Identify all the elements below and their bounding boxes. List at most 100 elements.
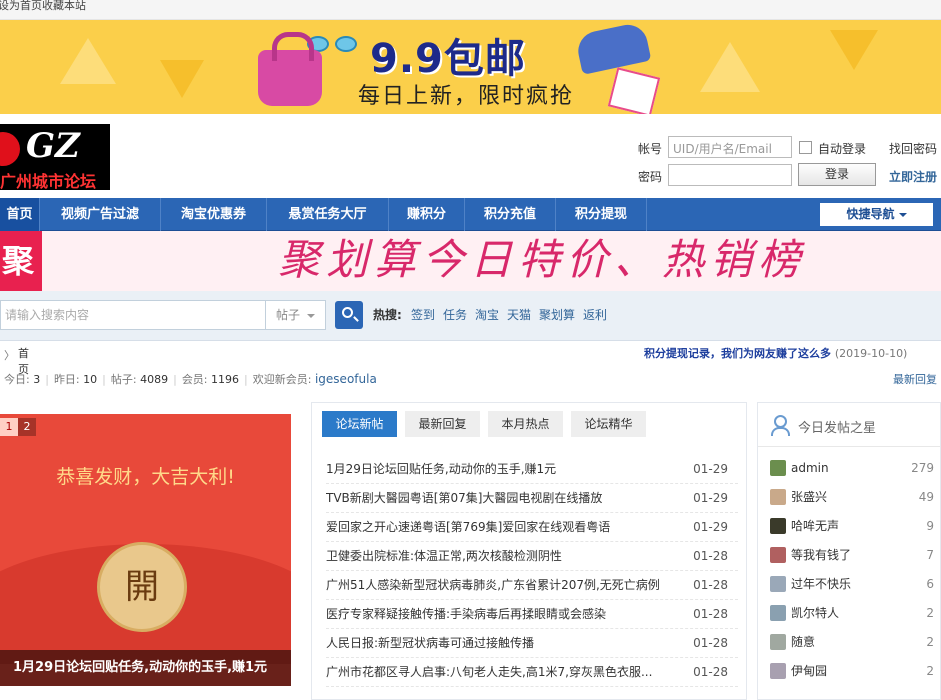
- thread-title[interactable]: 广州51人感染新型冠状病毒肺炎,广东省累计207例,无死亡病例: [326, 571, 666, 600]
- register-link[interactable]: 立即注册: [889, 168, 937, 185]
- nav-item-taobao-coupon[interactable]: 淘宝优惠券: [161, 198, 267, 231]
- hot-keyword[interactable]: 签到: [411, 306, 435, 323]
- password-input[interactable]: [668, 164, 792, 186]
- star-user-row[interactable]: admin 279: [770, 457, 934, 479]
- avatar[interactable]: [770, 634, 786, 650]
- banner-decor: [160, 60, 204, 98]
- thread-row[interactable]: 1月29日论坛回贴任务,动动你的玉手,赚1元 01-29: [326, 455, 738, 484]
- tab-new-threads[interactable]: 论坛新帖: [322, 411, 397, 437]
- avatar[interactable]: [770, 547, 786, 563]
- thread-date: 01-28: [693, 665, 728, 679]
- site-header: GZ 广州城市论坛 帐号 UID/用户名/Email 自动登录 找回密码 密码 …: [0, 114, 941, 198]
- notice-text: 积分提现记录，我们为网友赚了这么多: [644, 347, 831, 360]
- image-slider[interactable]: 1 2 恭喜发财，大吉大利! 開 1月29日论坛回贴任务,动动你的玉手,赚1元: [0, 414, 291, 686]
- hot-keyword[interactable]: 聚划算: [539, 306, 575, 323]
- thread-row[interactable]: 人民日报:新型冠状病毒可通过接触传播 01-28: [326, 629, 738, 658]
- star-user-count: 6: [926, 577, 934, 591]
- star-user-row[interactable]: 哈哞无声 9: [770, 515, 934, 537]
- star-user-count: 279: [911, 461, 934, 475]
- avatar[interactable]: [770, 489, 786, 505]
- banner-decor: [60, 38, 116, 84]
- thread-title[interactable]: 人民日报:新型冠状病毒可通过接触传播: [326, 629, 666, 658]
- nav-item-earn-points[interactable]: 赚积分: [389, 198, 465, 231]
- forgot-password-link[interactable]: 找回密码: [889, 140, 937, 157]
- thread-row[interactable]: TVB新剧大醫园粤语[第07集]大醫园电视剧在线播放 01-29: [326, 484, 738, 513]
- thread-row[interactable]: 爱回家之开心速递粤语[第769集]爱回家在线观看粤语 01-29: [326, 513, 738, 542]
- hot-keyword[interactable]: 淘宝: [475, 306, 499, 323]
- star-user-row[interactable]: 张盛兴 49: [770, 486, 934, 508]
- star-user-name[interactable]: 凯尔特人: [791, 602, 839, 624]
- notice-link[interactable]: 积分提现记录，我们为网友赚了这么多 (2019-10-10): [644, 345, 907, 361]
- thread-title[interactable]: 医疗专家释疑接触传播:手染病毒后再揉眼睛或会感染: [326, 600, 666, 629]
- new-member-link[interactable]: igeseofula: [315, 372, 377, 386]
- thread-date: 01-29: [693, 462, 728, 476]
- slider-page-1[interactable]: 1: [0, 418, 18, 436]
- search-icon: [342, 307, 353, 318]
- banner-title: 9.9包邮: [370, 36, 526, 82]
- stat-label: 昨日:: [53, 373, 80, 386]
- hot-keyword[interactable]: 任务: [443, 306, 467, 323]
- thread-row[interactable]: 广州51人感染新型冠状病毒肺炎,广东省累计207例,无死亡病例 01-28: [326, 571, 738, 600]
- avatar[interactable]: [770, 605, 786, 621]
- thread-title[interactable]: 卫健委出院标准:体温正常,两次核酸检测阴性: [326, 542, 666, 571]
- star-user-row[interactable]: 伊甸园 2: [770, 660, 934, 682]
- star-user-row[interactable]: 等我有钱了 7: [770, 544, 934, 566]
- star-user-name[interactable]: 随意: [791, 631, 815, 653]
- nav-item-video-ad-filter[interactable]: 视频广告过滤: [40, 198, 161, 231]
- set-home-link[interactable]: 设为首页: [0, 0, 42, 12]
- star-user-name[interactable]: 张盛兴: [791, 486, 827, 508]
- tab-latest-replies[interactable]: 最新回复: [405, 411, 480, 437]
- tab-monthly-hot[interactable]: 本月热点: [488, 411, 563, 437]
- star-user-name[interactable]: 伊甸园: [791, 660, 827, 682]
- nav-item-bounty-hall[interactable]: 悬赏任务大厅: [267, 198, 389, 231]
- thread-date: 01-29: [693, 520, 728, 534]
- search-scope-value: 帖子: [276, 308, 301, 322]
- slider-caption[interactable]: 1月29日论坛回贴任务,动动你的玉手,赚1元: [0, 650, 291, 686]
- site-logo[interactable]: GZ 广州城市论坛: [0, 124, 110, 190]
- user-icon: [770, 415, 790, 436]
- thread-row[interactable]: 广州市花都区寻人启事:八旬老人走失,高1米7,穿灰黑色衣服... 01-28: [326, 658, 738, 687]
- avatar[interactable]: [770, 663, 786, 679]
- thread-title[interactable]: 广州市花都区寻人启事:八旬老人走失,高1米7,穿灰黑色衣服...: [326, 658, 666, 687]
- quick-nav-button[interactable]: 快捷导航: [820, 203, 933, 226]
- nav-item-points-withdraw[interactable]: 积分提现: [556, 198, 647, 231]
- slider-page-2[interactable]: 2: [18, 418, 36, 436]
- search-scope-select[interactable]: 帖子: [266, 300, 326, 330]
- hot-keyword[interactable]: 返利: [583, 306, 607, 323]
- nav-item-home[interactable]: 首页: [0, 198, 40, 231]
- avatar[interactable]: [770, 576, 786, 592]
- search-button[interactable]: [335, 301, 363, 329]
- latest-reply-link[interactable]: 最新回复: [893, 371, 937, 387]
- juhuasuan-ad[interactable]: 聚 聚划算今日特价、热销榜: [0, 231, 941, 291]
- account-input[interactable]: UID/用户名/Email: [668, 136, 792, 158]
- ad-badge: 聚: [0, 231, 42, 291]
- star-user-count: 9: [926, 519, 934, 533]
- avatar[interactable]: [770, 460, 786, 476]
- star-user-name[interactable]: 哈哞无声: [791, 515, 839, 537]
- nav-item-points-recharge[interactable]: 积分充值: [465, 198, 556, 231]
- thread-title[interactable]: 1月29日论坛回贴任务,动动你的玉手,赚1元: [326, 455, 666, 484]
- search-input[interactable]: 请输入搜索内容: [0, 300, 266, 330]
- star-user-row[interactable]: 随意 2: [770, 631, 934, 653]
- logo-mark: GZ: [26, 126, 80, 166]
- star-user-name[interactable]: 过年不快乐: [791, 573, 851, 595]
- star-user-name[interactable]: admin: [791, 457, 829, 479]
- hot-keyword[interactable]: 天猫: [507, 306, 531, 323]
- thread-title[interactable]: TVB新剧大醫园粤语[第07集]大醫园电视剧在线播放: [326, 484, 666, 513]
- star-user-count: 2: [926, 606, 934, 620]
- post-stars-panel: 今日发帖之星 admin 279 张盛兴 49 哈哞无声 9 等我有钱了 7 过年不快乐…: [757, 402, 941, 700]
- star-user-name[interactable]: 等我有钱了: [791, 544, 851, 566]
- auto-login-checkbox[interactable]: [799, 141, 812, 154]
- promo-banner[interactable]: 9.9包邮 每日上新，限时疯抢: [0, 20, 941, 114]
- login-button[interactable]: 登录: [798, 163, 876, 186]
- thread-title[interactable]: 爱回家之开心速递粤语[第769集]爱回家在线观看粤语: [326, 513, 666, 542]
- banner-slogan: 每日上新，限时疯抢: [358, 84, 575, 109]
- thread-row[interactable]: 医疗专家释疑接触传播:手染病毒后再揉眼睛或会感染 01-28: [326, 600, 738, 629]
- star-user-row[interactable]: 凯尔特人 2: [770, 602, 934, 624]
- account-label: 帐号: [638, 142, 663, 156]
- avatar[interactable]: [770, 518, 786, 534]
- bookmark-link[interactable]: 收藏本站: [42, 0, 86, 12]
- star-user-row[interactable]: 过年不快乐 6: [770, 573, 934, 595]
- tab-featured[interactable]: 论坛精华: [571, 411, 646, 437]
- thread-row[interactable]: 卫健委出院标准:体温正常,两次核酸检测阴性 01-28: [326, 542, 738, 571]
